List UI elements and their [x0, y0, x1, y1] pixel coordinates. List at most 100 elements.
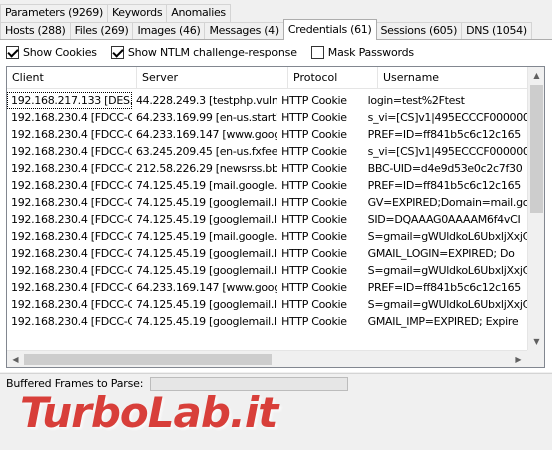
cell-client: 192.168.230.4 [FDCC-C...	[11, 111, 132, 124]
table-row[interactable]: 192.168.230.4 [FDCC-C... 212.58.226.29 [n…	[7, 160, 527, 177]
list-rows: 192.168.217.133 [DES... 44.228.249.3 [tes…	[7, 92, 527, 330]
cell-username: SID=DQAAAG0AAAAM6f4vCI	[367, 213, 521, 226]
cell-username: S=gmail=gWUldkoL6UbxljXxjC	[367, 230, 527, 243]
cell-client: 192.168.217.133 [DES...	[7, 92, 132, 109]
show-cookies-label: Show Cookies	[23, 45, 97, 59]
column-header-client[interactable]: Client	[7, 67, 137, 89]
cell-server: 64.233.169.147 [www.goog...	[135, 281, 278, 294]
table-row[interactable]: 192.168.230.4 [FDCC-C... 64.233.169.147 […	[7, 279, 527, 296]
table-row[interactable]: 192.168.230.4 [FDCC-C... 74.125.45.19 [ma…	[7, 177, 527, 194]
cell-server: 64.233.169.147 [www.goog...	[135, 128, 278, 141]
cell-server: 63.245.209.45 [en-us.fxfee...	[135, 145, 278, 158]
table-row[interactable]: 192.168.230.4 [FDCC-C... 64.233.169.147 […	[7, 126, 527, 143]
horizontal-scrollbar[interactable]: ◀ ▶	[7, 350, 527, 367]
cell-username: PREF=ID=ff841b5c6c12c165	[367, 128, 522, 141]
scroll-corner	[527, 350, 544, 367]
table-row[interactable]: 192.168.230.4 [FDCC-C... 74.125.45.19 [ma…	[7, 228, 527, 245]
tab-anomalies[interactable]: Anomalies	[166, 4, 231, 22]
cell-username: BBC-UID=d4e9d53e0c2c7f30	[367, 162, 523, 175]
tab-parameters[interactable]: Parameters (9269)	[0, 4, 108, 22]
scroll-down-arrow-icon[interactable]: ▼	[528, 333, 544, 350]
cell-protocol: HTTP Cookie	[281, 94, 347, 107]
cell-client: 192.168.230.4 [FDCC-C...	[11, 247, 132, 260]
credentials-list[interactable]: Client Server Protocol Username 192.168.…	[6, 66, 545, 368]
cell-client: 192.168.230.4 [FDCC-C...	[11, 315, 132, 328]
cell-username: PREF=ID=ff841b5c6c12c165	[367, 281, 522, 294]
show-ntlm-label: Show NTLM challenge-response	[127, 45, 297, 59]
horizontal-scroll-thumb[interactable]	[24, 354, 272, 365]
list-header: Client Server Protocol Username	[7, 67, 544, 89]
cell-protocol: HTTP Cookie	[281, 128, 347, 141]
cell-client: 192.168.230.4 [FDCC-C...	[11, 162, 132, 175]
cell-protocol: HTTP Cookie	[281, 162, 347, 175]
table-row[interactable]: 192.168.230.4 [FDCC-C... 74.125.45.19 [go…	[7, 245, 527, 262]
cell-client: 192.168.230.4 [FDCC-C...	[11, 264, 132, 277]
tab-sessions[interactable]: Sessions (605)	[375, 22, 463, 40]
mask-passwords-checkbox[interactable]: Mask Passwords	[310, 45, 414, 59]
mask-passwords-label: Mask Passwords	[327, 45, 414, 59]
table-row[interactable]: 192.168.230.4 [FDCC-C... 74.125.45.19 [go…	[7, 296, 527, 313]
table-row[interactable]: 192.168.230.4 [FDCC-C... 64.233.169.99 [e…	[7, 109, 527, 126]
cell-client: 192.168.230.4 [FDCC-C...	[11, 145, 132, 158]
cell-client: 192.168.230.4 [FDCC-C...	[11, 230, 132, 243]
table-row[interactable]: 192.168.230.4 [FDCC-C... 74.125.45.19 [go…	[7, 313, 527, 330]
scroll-right-arrow-icon[interactable]: ▶	[510, 351, 527, 367]
show-cookies-checkbox[interactable]: Show Cookies	[6, 45, 97, 59]
cell-server: 74.125.45.19 [mail.google...	[135, 230, 278, 243]
cell-client: 192.168.230.4 [FDCC-C...	[11, 196, 132, 209]
cell-protocol: HTTP Cookie	[281, 179, 347, 192]
options-row: Show Cookies Show NTLM challenge-respons…	[6, 43, 428, 61]
scroll-up-arrow-icon[interactable]: ▲	[528, 67, 544, 84]
show-ntlm-checkbox[interactable]: Show NTLM challenge-response	[110, 45, 297, 59]
cell-client: 192.168.230.4 [FDCC-C...	[11, 128, 132, 141]
cell-server: 74.125.45.19 [googlemail.l...	[135, 247, 278, 260]
cell-username: s_vi=[CS]v1|495ECCCF000000	[367, 111, 527, 124]
cell-server: 74.125.45.19 [googlemail.l...	[135, 298, 278, 311]
tab-credentials[interactable]: Credentials (61)	[282, 19, 377, 40]
cell-username: PREF=ID=ff841b5c6c12c165	[367, 179, 522, 192]
table-row[interactable]: 192.168.230.4 [FDCC-C... 74.125.45.19 [go…	[7, 211, 527, 228]
cell-protocol: HTTP Cookie	[281, 145, 347, 158]
cell-server: 74.125.45.19 [googlemail.l...	[135, 264, 278, 277]
column-header-server[interactable]: Server	[137, 67, 288, 89]
show-ntlm-check-box[interactable]	[110, 45, 124, 59]
cell-server: 74.125.45.19 [googlemail.l...	[135, 196, 278, 209]
cell-username: s_vi=[CS]v1|495ECCCF000000	[367, 145, 527, 158]
cell-protocol: HTTP Cookie	[281, 247, 347, 260]
tab-messages[interactable]: Messages (4)	[204, 22, 284, 40]
cell-client: 192.168.230.4 [FDCC-C...	[11, 298, 132, 311]
cell-username: S=gmail=gWUldkoL6UbxljXxjC	[367, 264, 527, 277]
show-cookies-check-box[interactable]	[6, 45, 19, 59]
column-header-protocol[interactable]: Protocol	[288, 67, 378, 89]
cell-protocol: HTTP Cookie	[281, 264, 347, 277]
cell-server: 64.233.169.99 [en-us.start2...	[135, 111, 278, 124]
cell-protocol: HTTP Cookie	[281, 213, 347, 226]
cell-protocol: HTTP Cookie	[281, 196, 347, 209]
cell-protocol: HTTP Cookie	[281, 111, 347, 124]
tab-dns[interactable]: DNS (1054)	[461, 22, 532, 40]
cell-server: 44.228.249.3 [testphp.vuln...	[135, 94, 278, 107]
mask-passwords-check-box[interactable]	[310, 45, 324, 59]
table-row[interactable]: 192.168.230.4 [FDCC-C... 63.245.209.45 [e…	[7, 143, 527, 160]
column-header-username[interactable]: Username	[378, 67, 544, 89]
tab-keywords[interactable]: Keywords	[106, 4, 168, 22]
vertical-scrollbar[interactable]: ▲ ▼	[527, 67, 544, 350]
table-row[interactable]: 192.168.230.4 [FDCC-C... 74.125.45.19 [go…	[7, 262, 527, 279]
table-row[interactable]: 192.168.230.4 [FDCC-C... 74.125.45.19 [go…	[7, 194, 527, 211]
cell-server: 212.58.226.29 [newsrss.bb...	[135, 162, 278, 175]
scroll-left-arrow-icon[interactable]: ◀	[7, 351, 24, 367]
tab-row-bottom: Hosts (288) Files (269) Images (46) Message…	[0, 19, 532, 40]
table-row[interactable]: 192.168.217.133 [DES... 44.228.249.3 [tes…	[7, 92, 527, 109]
watermark-logo: TurboLab.it	[20, 388, 278, 437]
cell-client: 192.168.230.4 [FDCC-C...	[11, 281, 132, 294]
credentials-panel: Show Cookies Show NTLM challenge-respons…	[0, 39, 552, 372]
tab-files[interactable]: Files (269)	[69, 22, 134, 40]
tab-hosts[interactable]: Hosts (288)	[0, 22, 71, 40]
cell-username: S=gmail=gWUldkoL6UbxljXxjC	[367, 298, 527, 311]
cell-server: 74.125.45.19 [googlemail.l...	[135, 213, 278, 226]
vertical-scroll-thumb[interactable]	[530, 85, 543, 213]
cell-username: GMAIL_IMP=EXPIRED; Expire	[367, 315, 519, 328]
cell-username: GMAIL_LOGIN=EXPIRED; Do	[367, 247, 515, 260]
cell-protocol: HTTP Cookie	[281, 315, 347, 328]
tab-images[interactable]: Images (46)	[132, 22, 206, 40]
